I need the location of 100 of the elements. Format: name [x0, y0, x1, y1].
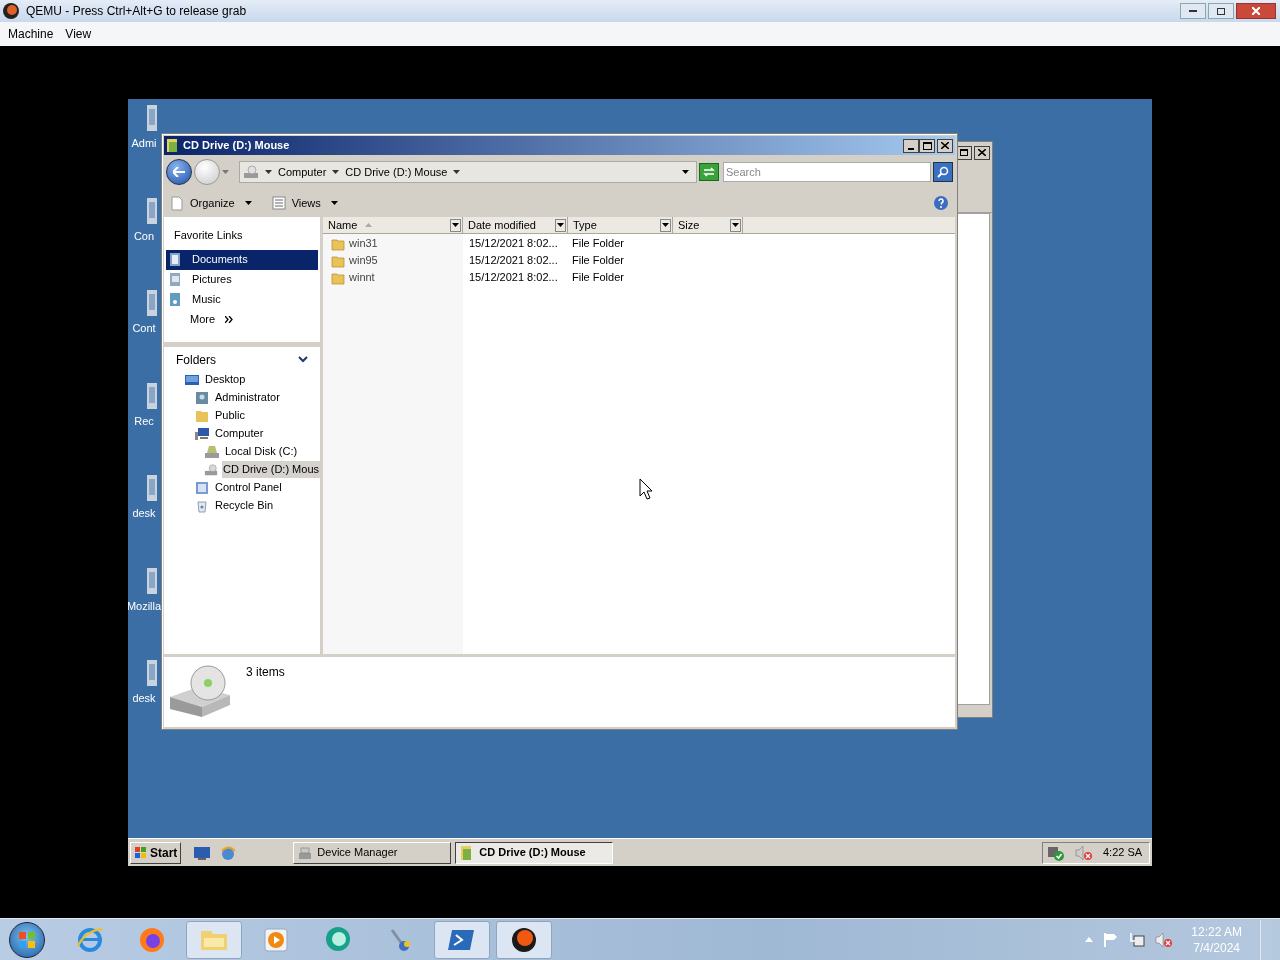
cd-drive-icon	[168, 663, 232, 719]
user-folder-icon	[194, 389, 210, 406]
dropdown-arrow-icon	[244, 201, 252, 205]
refresh-button[interactable]	[699, 163, 719, 181]
clock: 4:22 SA	[1103, 845, 1143, 861]
file-name: win95	[349, 253, 378, 269]
column-header[interactable]: Type	[568, 217, 673, 233]
close-button[interactable]	[1236, 3, 1276, 19]
security-check-icon[interactable]	[1047, 844, 1065, 861]
menu-item[interactable]: Machine	[2, 25, 60, 43]
more-link[interactable]: More	[164, 309, 320, 330]
favorite-link[interactable]: Documents	[166, 249, 318, 270]
back-button[interactable]	[166, 159, 192, 185]
chevron-down-icon[interactable]	[298, 356, 308, 363]
browser-globe-icon[interactable]	[219, 844, 238, 861]
tree-item[interactable]: Public	[214, 407, 246, 424]
help-icon[interactable]	[933, 195, 949, 211]
taskbar-button[interactable]: CD Drive (D:) Mouse	[455, 841, 614, 864]
table-cell-text: File Folder	[571, 270, 625, 286]
folder-icon	[331, 236, 345, 251]
table-cell-text: 15/12/2021 8:02...	[468, 236, 559, 252]
history-dropdown-icon	[222, 170, 229, 174]
window-title: CD Drive (D:) Mouse	[183, 138, 290, 154]
tree-item[interactable]: Computer	[214, 425, 265, 442]
column-dropdown-icon	[732, 223, 739, 227]
section-heading: Favorite Links	[173, 228, 244, 243]
tree-item[interactable]: Desktop	[204, 371, 247, 388]
file-row[interactable]: winnt 15/12/2021 8:02... File Folder	[323, 269, 955, 286]
restore-button[interactable]	[1208, 3, 1234, 19]
minimize-button[interactable]	[903, 138, 919, 153]
qemu-logo-icon	[2, 2, 20, 20]
desktop-icon-label: Cont	[132, 321, 157, 336]
file-row[interactable]: win31 15/12/2021 8:02... File Folder	[323, 235, 955, 252]
hard-drive-icon	[204, 443, 220, 460]
taskbar-button[interactable]: Device Manager	[293, 841, 452, 864]
maximize-button[interactable]	[919, 138, 935, 153]
column-header[interactable]: Name	[323, 217, 463, 233]
windows-logo-icon	[18, 930, 36, 949]
table-cell-text: 15/12/2021 8:02...	[468, 253, 559, 269]
column-header[interactable]: Date modified	[463, 217, 568, 233]
breadcrumb-item[interactable]: Computer	[278, 163, 327, 181]
folder-icon	[166, 138, 180, 153]
mouse-cursor-icon	[639, 478, 653, 500]
list-view-icon	[271, 196, 286, 210]
taskbar-app-button[interactable]	[496, 920, 552, 959]
refresh-icon	[703, 167, 715, 177]
start-orb[interactable]	[9, 921, 45, 958]
close-button[interactable]	[974, 145, 990, 160]
tree-item[interactable]: CD Drive (D:) Mous	[222, 461, 320, 478]
windows-flag-icon	[134, 845, 148, 860]
item-count: 3 items	[246, 664, 285, 681]
file-name: win31	[349, 236, 378, 252]
desktop-icon-label: Con	[133, 228, 156, 244]
breadcrumb-arrow-icon	[453, 170, 461, 174]
speaker-muted-icon[interactable]	[1075, 844, 1093, 861]
close-icon	[978, 149, 986, 156]
search-field[interactable]: Search	[723, 162, 931, 182]
desktop-icon-label: desk	[132, 506, 157, 521]
show-desktop-icon[interactable]	[193, 844, 212, 861]
desktop-icon-label: Admi	[131, 136, 158, 151]
double-chevron-icon	[225, 316, 234, 323]
search-icon	[937, 166, 949, 178]
column-dropdown-icon	[662, 223, 669, 227]
document-icon	[170, 195, 184, 211]
table-cell-text: 15/12/2021 8:02...	[468, 270, 559, 286]
desktop-icon-label: Rec	[134, 413, 155, 429]
minimize-button[interactable]	[1180, 3, 1206, 19]
column-header[interactable]: Size	[673, 217, 743, 233]
back-arrow-icon	[173, 167, 185, 177]
tree-item[interactable]: Control Panel	[214, 479, 283, 496]
favorite-link[interactable]: Music	[166, 289, 318, 310]
table-cell-text: File Folder	[571, 236, 625, 252]
favorite-link[interactable]: Pictures	[166, 269, 318, 290]
address-dropdown-icon	[682, 170, 689, 174]
start-button[interactable]: Start	[130, 841, 182, 864]
sort-arrow-icon	[365, 223, 373, 227]
column-dropdown-icon	[452, 223, 459, 227]
file-name: winnt	[349, 270, 375, 286]
tree-item[interactable]: Administrator	[214, 389, 281, 406]
dropdown-arrow-icon	[330, 201, 338, 205]
clock-date: 7/4/2024	[1193, 939, 1240, 956]
speaker-muted-icon[interactable]	[1155, 931, 1174, 948]
breadcrumb-item[interactable]: CD Drive (D:) Mouse	[345, 163, 448, 181]
close-button[interactable]	[937, 138, 953, 153]
tree-item[interactable]: Recycle Bin	[214, 497, 275, 514]
cd-drive-icon	[204, 461, 219, 478]
cd-drive-icon	[243, 164, 259, 180]
network-icon[interactable]	[1129, 931, 1146, 948]
toolbar-button[interactable]: Organize	[170, 192, 252, 214]
control-panel-icon	[194, 479, 210, 496]
address-bar[interactable]: Computer CD Drive (D:) Mouse	[239, 161, 697, 183]
tree-item[interactable]: Local Disk (C:)	[224, 443, 299, 460]
breadcrumb-arrow-icon	[265, 170, 272, 174]
toolbar-button[interactable]: Views	[271, 192, 338, 214]
search-button[interactable]	[933, 162, 953, 182]
menu-item[interactable]: View	[59, 25, 98, 43]
desktop-icon-label: desk	[132, 691, 157, 706]
device-manager-icon	[297, 844, 314, 861]
section-heading: Folders	[176, 351, 216, 369]
file-row[interactable]: win95 15/12/2021 8:02... File Folder	[323, 252, 955, 269]
